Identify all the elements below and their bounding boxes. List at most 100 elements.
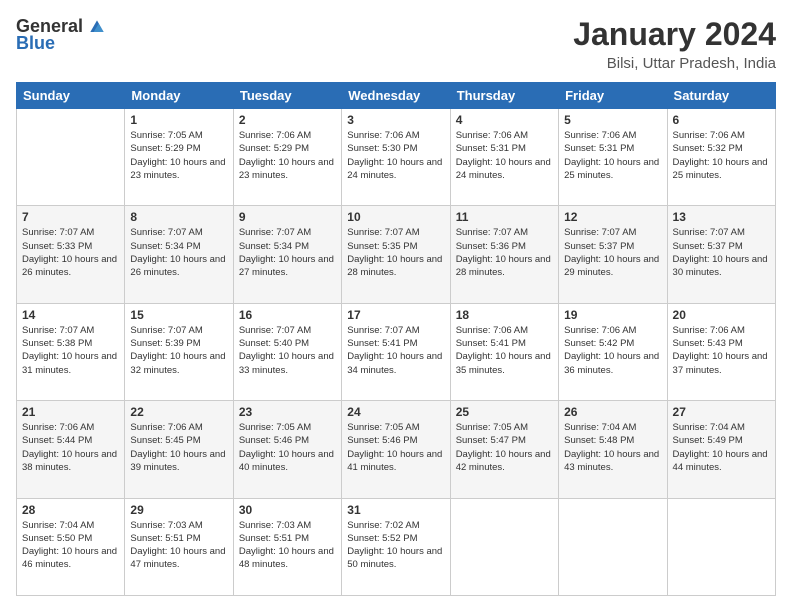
day-cell: 21Sunrise: 7:06 AMSunset: 5:44 PMDayligh… bbox=[17, 401, 125, 498]
day-info: Sunrise: 7:02 AMSunset: 5:52 PMDaylight:… bbox=[347, 519, 444, 572]
day-info: Sunrise: 7:03 AMSunset: 5:51 PMDaylight:… bbox=[239, 519, 336, 572]
weekday-header-thursday: Thursday bbox=[450, 83, 558, 109]
calendar-page: General Blue January 2024 Bilsi, Uttar P… bbox=[0, 0, 792, 612]
day-cell: 26Sunrise: 7:04 AMSunset: 5:48 PMDayligh… bbox=[559, 401, 667, 498]
day-number: 26 bbox=[564, 405, 661, 419]
week-row-5: 28Sunrise: 7:04 AMSunset: 5:50 PMDayligh… bbox=[17, 498, 776, 595]
day-number: 4 bbox=[456, 113, 553, 127]
weekday-header-saturday: Saturday bbox=[667, 83, 775, 109]
calendar-body: 1 Sunrise: 7:05 AMSunset: 5:29 PMDaylight… bbox=[17, 109, 776, 596]
day-cell: 23Sunrise: 7:05 AMSunset: 5:46 PMDayligh… bbox=[233, 401, 341, 498]
day-number: 20 bbox=[673, 308, 770, 322]
day-number: 22 bbox=[130, 405, 227, 419]
day-cell: 15Sunrise: 7:07 AMSunset: 5:39 PMDayligh… bbox=[125, 303, 233, 400]
day-cell: 1 Sunrise: 7:05 AMSunset: 5:29 PMDaylight… bbox=[125, 109, 233, 206]
day-cell: 19 Sunrise: 7:06 AMSunset: 5:42 PMDayligh… bbox=[559, 303, 667, 400]
weekday-header-friday: Friday bbox=[559, 83, 667, 109]
day-cell: 24 Sunrise: 7:05 AMSunset: 5:46 PMDayligh… bbox=[342, 401, 450, 498]
day-cell: 25 Sunrise: 7:05 AMSunset: 5:47 PMDayligh… bbox=[450, 401, 558, 498]
day-cell: 31Sunrise: 7:02 AMSunset: 5:52 PMDayligh… bbox=[342, 498, 450, 595]
day-number: 18 bbox=[456, 308, 553, 322]
day-info: Sunrise: 7:07 AMSunset: 5:40 PMDaylight:… bbox=[239, 324, 336, 377]
day-cell: 29 Sunrise: 7:03 AMSunset: 5:51 PMDayligh… bbox=[125, 498, 233, 595]
day-number: 21 bbox=[22, 405, 119, 419]
weekday-header-wednesday: Wednesday bbox=[342, 83, 450, 109]
day-number: 2 bbox=[239, 113, 336, 127]
day-cell: 17 Sunrise: 7:07 AMSunset: 5:41 PMDayligh… bbox=[342, 303, 450, 400]
day-info: Sunrise: 7:06 AMSunset: 5:42 PMDaylight:… bbox=[564, 324, 661, 377]
day-cell: 7 Sunrise: 7:07 AMSunset: 5:33 PMDaylight… bbox=[17, 206, 125, 303]
day-number: 30 bbox=[239, 503, 336, 517]
day-info: Sunrise: 7:06 AMSunset: 5:29 PMDaylight:… bbox=[239, 129, 336, 182]
week-row-2: 7 Sunrise: 7:07 AMSunset: 5:33 PMDaylight… bbox=[17, 206, 776, 303]
day-info: Sunrise: 7:05 AMSunset: 5:47 PMDaylight:… bbox=[456, 421, 553, 474]
day-number: 27 bbox=[673, 405, 770, 419]
day-info: Sunrise: 7:05 AMSunset: 5:46 PMDaylight:… bbox=[347, 421, 444, 474]
day-cell: 5 Sunrise: 7:06 AMSunset: 5:31 PMDaylight… bbox=[559, 109, 667, 206]
day-info: Sunrise: 7:07 AMSunset: 5:35 PMDaylight:… bbox=[347, 226, 444, 279]
day-cell: 13 Sunrise: 7:07 AMSunset: 5:37 PMDayligh… bbox=[667, 206, 775, 303]
day-info: Sunrise: 7:06 AMSunset: 5:30 PMDaylight:… bbox=[347, 129, 444, 182]
day-number: 25 bbox=[456, 405, 553, 419]
day-info: Sunrise: 7:07 AMSunset: 5:34 PMDaylight:… bbox=[130, 226, 227, 279]
header: General Blue January 2024 Bilsi, Uttar P… bbox=[16, 16, 776, 72]
day-info: Sunrise: 7:05 AMSunset: 5:46 PMDaylight:… bbox=[239, 421, 336, 474]
day-info: Sunrise: 7:07 AMSunset: 5:37 PMDaylight:… bbox=[673, 226, 770, 279]
title-section: January 2024 Bilsi, Uttar Pradesh, India bbox=[573, 16, 776, 72]
day-number: 13 bbox=[673, 210, 770, 224]
day-number: 1 bbox=[130, 113, 227, 127]
day-number: 17 bbox=[347, 308, 444, 322]
week-row-3: 14Sunrise: 7:07 AMSunset: 5:38 PMDayligh… bbox=[17, 303, 776, 400]
day-number: 8 bbox=[130, 210, 227, 224]
week-row-1: 1 Sunrise: 7:05 AMSunset: 5:29 PMDaylight… bbox=[17, 109, 776, 206]
day-number: 5 bbox=[564, 113, 661, 127]
day-info: Sunrise: 7:06 AMSunset: 5:31 PMDaylight:… bbox=[564, 129, 661, 182]
day-number: 19 bbox=[564, 308, 661, 322]
day-number: 29 bbox=[130, 503, 227, 517]
day-number: 9 bbox=[239, 210, 336, 224]
day-number: 3 bbox=[347, 113, 444, 127]
day-number: 10 bbox=[347, 210, 444, 224]
weekday-header-sunday: Sunday bbox=[17, 83, 125, 109]
day-info: Sunrise: 7:07 AMSunset: 5:38 PMDaylight:… bbox=[22, 324, 119, 377]
logo-icon bbox=[87, 17, 107, 37]
day-info: Sunrise: 7:06 AMSunset: 5:45 PMDaylight:… bbox=[130, 421, 227, 474]
day-cell bbox=[667, 498, 775, 595]
day-number: 11 bbox=[456, 210, 553, 224]
weekday-header-tuesday: Tuesday bbox=[233, 83, 341, 109]
day-info: Sunrise: 7:06 AMSunset: 5:41 PMDaylight:… bbox=[456, 324, 553, 377]
day-number: 28 bbox=[22, 503, 119, 517]
day-number: 16 bbox=[239, 308, 336, 322]
weekday-header-row: SundayMondayTuesdayWednesdayThursdayFrid… bbox=[17, 83, 776, 109]
day-info: Sunrise: 7:06 AMSunset: 5:31 PMDaylight:… bbox=[456, 129, 553, 182]
day-info: Sunrise: 7:07 AMSunset: 5:34 PMDaylight:… bbox=[239, 226, 336, 279]
day-info: Sunrise: 7:05 AMSunset: 5:29 PMDaylight:… bbox=[130, 129, 227, 182]
day-cell: 14Sunrise: 7:07 AMSunset: 5:38 PMDayligh… bbox=[17, 303, 125, 400]
day-info: Sunrise: 7:03 AMSunset: 5:51 PMDaylight:… bbox=[130, 519, 227, 572]
day-number: 24 bbox=[347, 405, 444, 419]
day-number: 6 bbox=[673, 113, 770, 127]
day-info: Sunrise: 7:07 AMSunset: 5:36 PMDaylight:… bbox=[456, 226, 553, 279]
day-cell: 27 Sunrise: 7:04 AMSunset: 5:49 PMDayligh… bbox=[667, 401, 775, 498]
day-cell bbox=[17, 109, 125, 206]
day-info: Sunrise: 7:07 AMSunset: 5:33 PMDaylight:… bbox=[22, 226, 119, 279]
day-cell: 6Sunrise: 7:06 AMSunset: 5:32 PMDaylight… bbox=[667, 109, 775, 206]
day-cell: 16 Sunrise: 7:07 AMSunset: 5:40 PMDayligh… bbox=[233, 303, 341, 400]
day-cell: 8 Sunrise: 7:07 AMSunset: 5:34 PMDaylight… bbox=[125, 206, 233, 303]
day-cell: 28Sunrise: 7:04 AMSunset: 5:50 PMDayligh… bbox=[17, 498, 125, 595]
day-cell: 10 Sunrise: 7:07 AMSunset: 5:35 PMDayligh… bbox=[342, 206, 450, 303]
day-cell: 30 Sunrise: 7:03 AMSunset: 5:51 PMDayligh… bbox=[233, 498, 341, 595]
day-number: 12 bbox=[564, 210, 661, 224]
logo: General Blue bbox=[16, 16, 107, 54]
day-cell: 11 Sunrise: 7:07 AMSunset: 5:36 PMDayligh… bbox=[450, 206, 558, 303]
calendar-subtitle: Bilsi, Uttar Pradesh, India bbox=[573, 55, 776, 72]
day-info: Sunrise: 7:04 AMSunset: 5:49 PMDaylight:… bbox=[673, 421, 770, 474]
day-number: 7 bbox=[22, 210, 119, 224]
day-info: Sunrise: 7:07 AMSunset: 5:37 PMDaylight:… bbox=[564, 226, 661, 279]
day-cell bbox=[450, 498, 558, 595]
day-info: Sunrise: 7:07 AMSunset: 5:41 PMDaylight:… bbox=[347, 324, 444, 377]
calendar-title: January 2024 bbox=[573, 16, 776, 53]
day-cell: 22 Sunrise: 7:06 AMSunset: 5:45 PMDayligh… bbox=[125, 401, 233, 498]
week-row-4: 21Sunrise: 7:06 AMSunset: 5:44 PMDayligh… bbox=[17, 401, 776, 498]
day-cell: 12 Sunrise: 7:07 AMSunset: 5:37 PMDayligh… bbox=[559, 206, 667, 303]
